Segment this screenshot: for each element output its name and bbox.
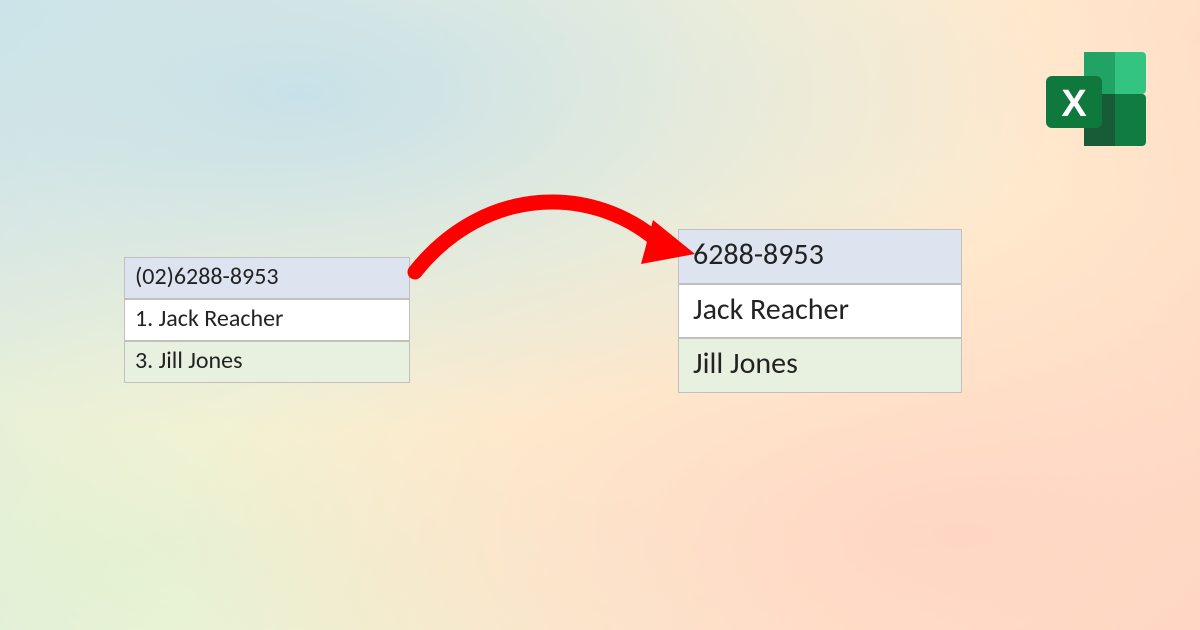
table-row[interactable]: (02)6288-8953 [124,257,410,299]
svg-text:X: X [1061,83,1087,125]
arrow-icon [395,190,695,300]
excel-icon: X [1040,50,1150,155]
table-row[interactable]: 6288-8953 [678,229,962,284]
result-table: 6288-8953 Jack Reacher Jill Jones [678,229,962,393]
table-row[interactable]: 3. Jill Jones [124,341,410,383]
source-table: (02)6288-8953 1. Jack Reacher 3. Jill Jo… [124,257,410,383]
table-row[interactable]: Jill Jones [678,338,962,393]
table-row[interactable]: Jack Reacher [678,284,962,339]
table-row[interactable]: 1. Jack Reacher [124,299,410,341]
